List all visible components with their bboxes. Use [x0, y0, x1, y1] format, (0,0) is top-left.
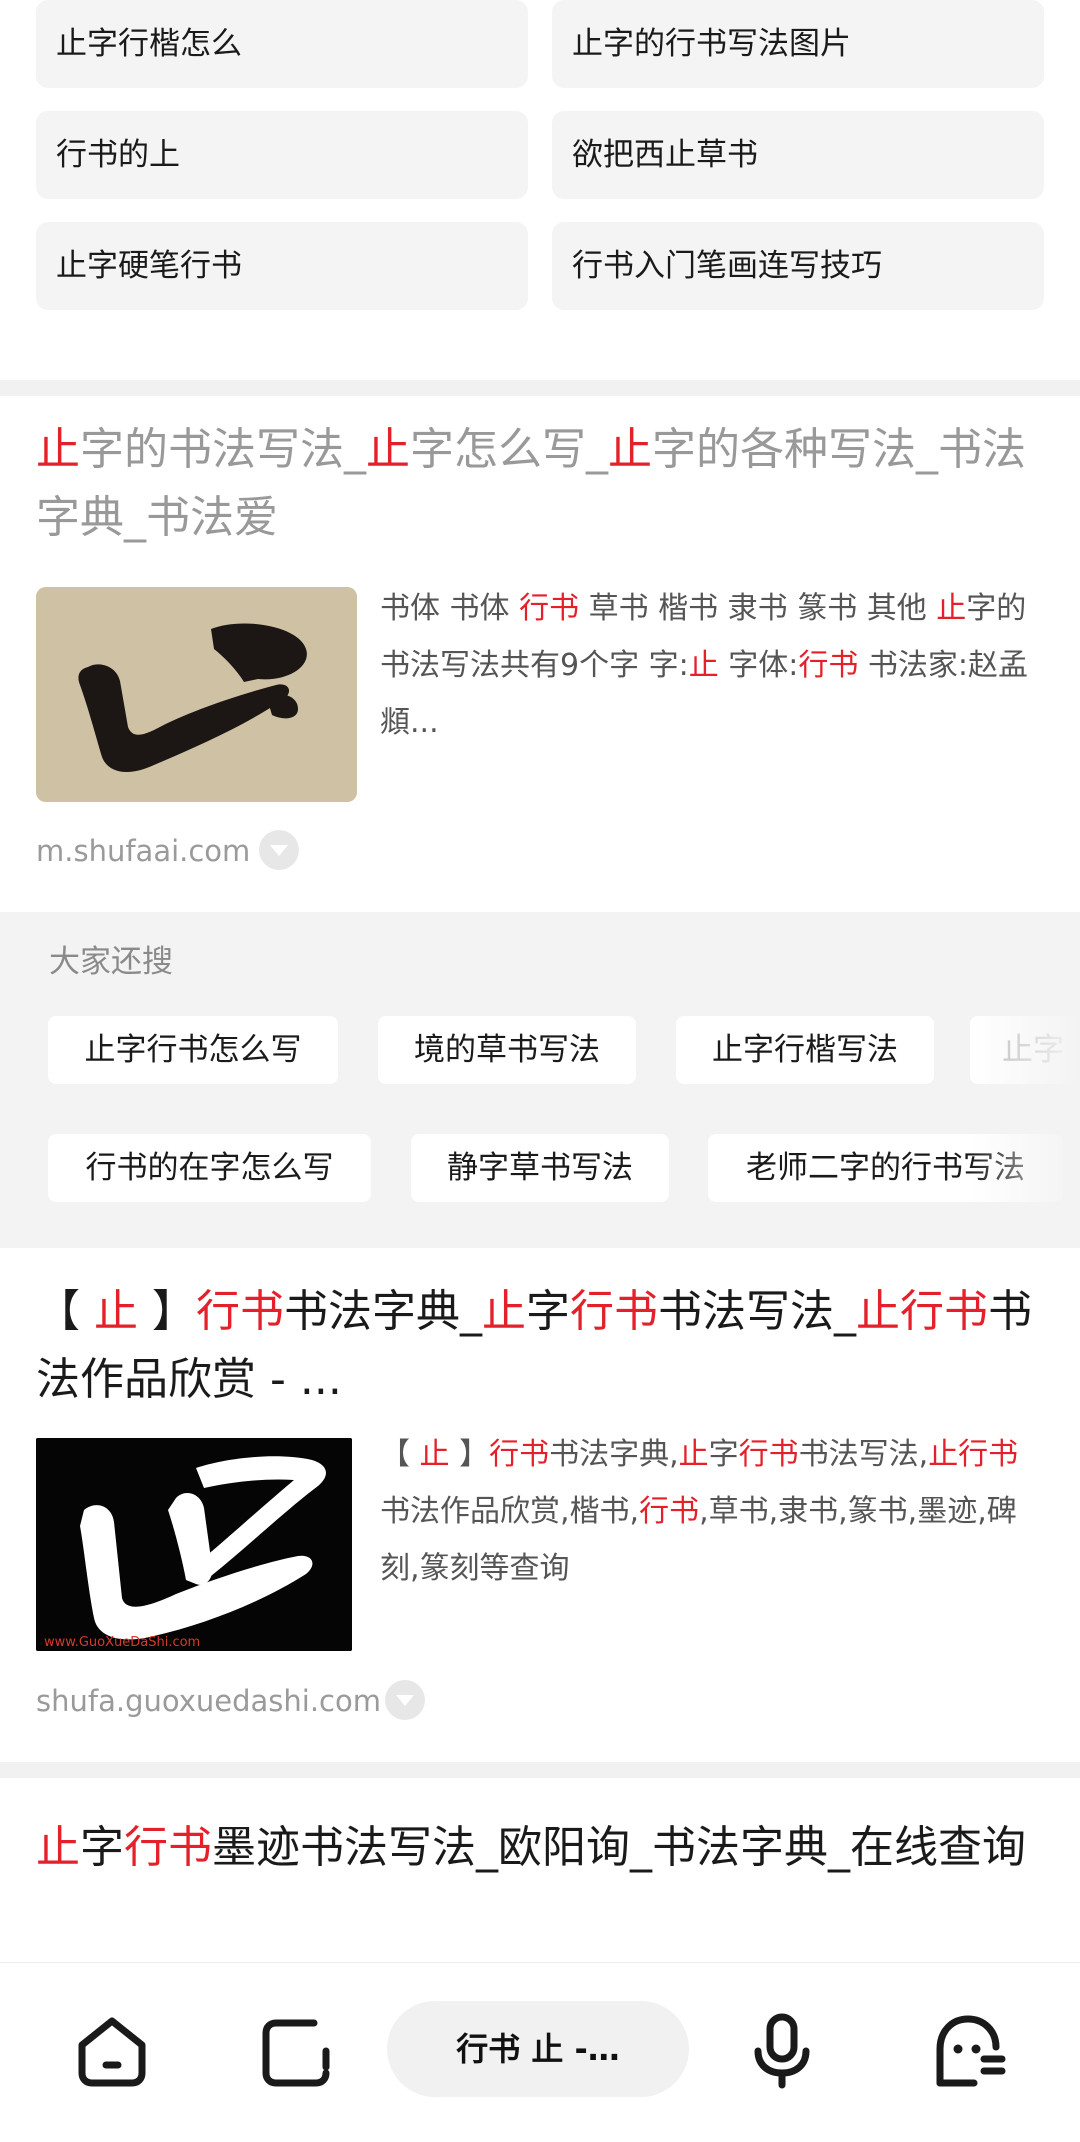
- snippet-highlight: 止: [936, 591, 967, 626]
- snippet-highlight: 行书: [738, 1437, 799, 1472]
- assistant-icon-graphic: [936, 2015, 1006, 2087]
- title-text: 字: [80, 1822, 124, 1873]
- snippet-text: 字: [708, 1437, 739, 1472]
- title-highlight: 止: [608, 424, 652, 475]
- title-highlight: 止: [94, 1286, 138, 1337]
- title-text: 字怎么写_: [410, 424, 608, 475]
- snippet-text: 草书 楷书 隶书 篆书 其他: [579, 591, 937, 626]
- snippet-highlight: 行书: [639, 1494, 700, 1529]
- result-site-url[interactable]: shufa.guoxuedashi.com: [36, 1684, 381, 1718]
- related-search-chip[interactable]: 行书入门笔画连写技巧: [552, 222, 1044, 310]
- title-text: 书法字典_: [284, 1286, 482, 1337]
- title-highlight: 行书: [570, 1286, 658, 1337]
- search-result-3: 止字行书墨迹书法写法_欧阳询_书法字典_在线查询: [0, 1778, 1080, 1962]
- title-text: 【: [36, 1286, 94, 1337]
- snippet-text: 书法字典,: [549, 1437, 679, 1472]
- title-text: 字: [526, 1286, 570, 1337]
- title-highlight: 止: [36, 1822, 80, 1873]
- search-result-1: 止字的书法写法_止字怎么写_止字的各种写法_书法字典_书法爱 书体 书体 行书 …: [0, 396, 1080, 912]
- tabs-icon-graphic: [262, 2019, 330, 2087]
- chevron-down-icon[interactable]: [385, 1680, 425, 1720]
- also-search-chip[interactable]: 止字行楷写法: [676, 1016, 934, 1084]
- snippet-highlight: 止: [678, 1437, 709, 1472]
- section-divider: [0, 1762, 1080, 1778]
- snippet-text: 书法作品欣赏,楷书,: [380, 1494, 640, 1529]
- snippet-text: 书体 书体: [380, 591, 520, 626]
- rubbing-icon: www.GuoXueDaShi.com: [36, 1438, 352, 1651]
- thumb-watermark: www.GuoXueDaShi.com: [44, 1635, 200, 1650]
- title-highlight: 止: [366, 424, 410, 475]
- current-query-pill[interactable]: 行书 止 -…: [387, 2001, 689, 2097]
- result-snippet: 【 止 】行书书法字典,止字行书书法写法,止行书书法作品欣赏,楷书,行书,草书,…: [380, 1426, 1048, 1597]
- snippet-highlight: 止: [688, 648, 719, 683]
- snippet-text: 书法写法,: [798, 1437, 929, 1472]
- title-highlight: 止: [36, 424, 80, 475]
- also-search-chip[interactable]: 静字草书写法: [411, 1134, 669, 1202]
- title-text: 书法写法_: [658, 1286, 856, 1337]
- snippet-highlight: 行书: [489, 1437, 550, 1472]
- home-icon[interactable]: [62, 2001, 162, 2101]
- title-highlight: 行书: [124, 1822, 212, 1873]
- search-result-2: 【 止 】行书书法字典_止字行书书法写法_止行书书法作品欣赏 - ... www…: [0, 1248, 1080, 1758]
- result-title[interactable]: 止字行书墨迹书法写法_欧阳询_书法字典_在线查询: [36, 1814, 1046, 1882]
- scroll-fade: [970, 912, 1080, 1248]
- snippet-text: 【: [380, 1437, 420, 1472]
- microphone-icon-graphic: [754, 2013, 810, 2089]
- result-title[interactable]: 【 止 】行书书法字典_止字行书书法写法_止行书书法作品欣赏 - ...: [36, 1278, 1046, 1414]
- calligraphy-rubbing-thumbnail[interactable]: www.GuoXueDaShi.com: [36, 1438, 352, 1651]
- section-divider: [0, 380, 1080, 396]
- related-search-chip[interactable]: 止字行楷怎么: [36, 0, 528, 88]
- related-search-chip[interactable]: 欲把西止草书: [552, 111, 1044, 199]
- result-snippet: 书体 书体 行书 草书 楷书 隶书 篆书 其他 止字的书法写法共有9个字 字:止…: [380, 580, 1048, 751]
- microphone-icon[interactable]: [732, 2001, 832, 2101]
- bottom-nav-bar: 行书 止 -…: [0, 1962, 1080, 2142]
- result-site-url[interactable]: m.shufaai.com: [36, 834, 250, 868]
- title-text: 字的书法写法_: [80, 424, 366, 475]
- home-icon-graphic: [78, 2017, 146, 2087]
- also-search-chip[interactable]: 止字行书怎么写: [48, 1016, 338, 1084]
- related-search-chip[interactable]: 止字的行书写法图片: [552, 0, 1044, 88]
- assistant-icon[interactable]: [918, 2001, 1018, 2101]
- calligraphy-thumbnail[interactable]: [36, 587, 357, 802]
- also-search-panel: 大家还搜 止字行书怎么写 境的草书写法 止字行楷写法 止字 行书的在字怎么写 静…: [0, 912, 1080, 1248]
- snippet-highlight: 行书: [798, 648, 859, 683]
- title-text: 墨迹书法写法_欧阳询_书法字典_在线查询: [212, 1822, 1026, 1873]
- snippet-highlight: 止行书: [928, 1437, 1019, 1472]
- snippet-highlight: 止: [419, 1437, 450, 1472]
- also-search-chip[interactable]: 境的草书写法: [378, 1016, 636, 1084]
- result-title[interactable]: 止字的书法写法_止字怎么写_止字的各种写法_书法字典_书法爱: [36, 416, 1046, 552]
- snippet-text: 】: [449, 1437, 490, 1472]
- title-text: 】: [138, 1286, 196, 1337]
- calligraphy-icon: [36, 587, 357, 802]
- title-highlight: 止行书: [856, 1286, 988, 1337]
- chevron-down-icon[interactable]: [259, 830, 299, 870]
- snippet-text: 字体:: [718, 648, 799, 683]
- related-search-chip[interactable]: 行书的上: [36, 111, 528, 199]
- tabs-icon[interactable]: [244, 2001, 344, 2101]
- also-search-chip[interactable]: 行书的在字怎么写: [48, 1134, 371, 1202]
- title-highlight: 行书: [196, 1286, 284, 1337]
- title-highlight: 止: [482, 1286, 526, 1337]
- also-search-title: 大家还搜: [49, 944, 173, 980]
- snippet-highlight: 行书: [519, 591, 580, 626]
- related-search-chip[interactable]: 止字硬笔行书: [36, 222, 528, 310]
